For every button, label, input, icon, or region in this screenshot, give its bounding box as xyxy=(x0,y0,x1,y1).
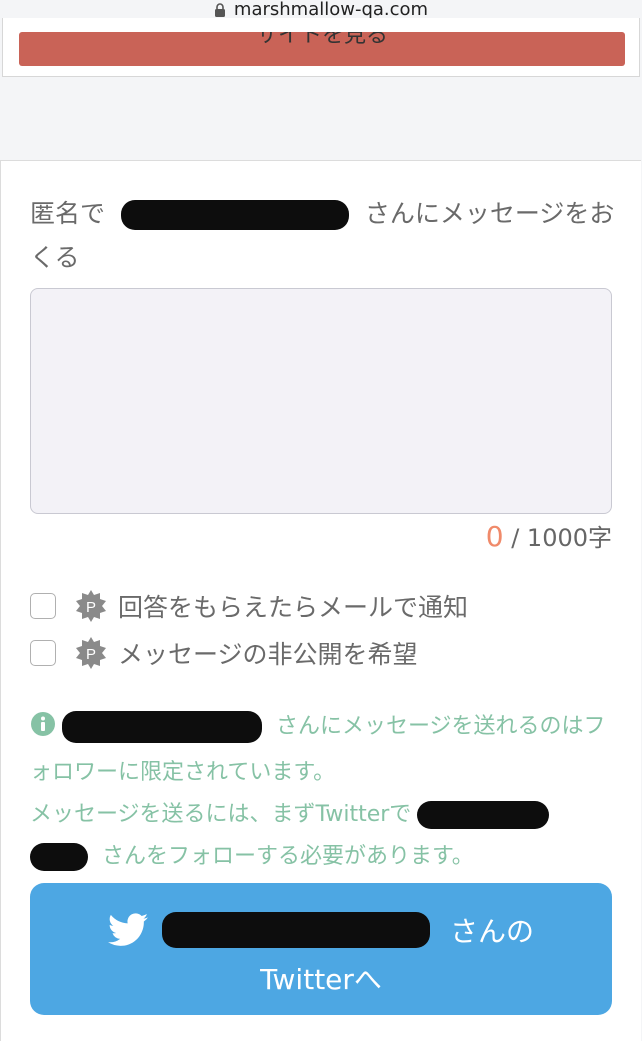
svg-text:P: P xyxy=(86,599,96,616)
private-checkbox[interactable] xyxy=(30,640,56,666)
redacted-username xyxy=(62,711,262,743)
follower-only-notice: さんにメッセージを送れるのはフォロワーに限定されています。 メッセージを送るには… xyxy=(30,706,620,878)
private-label: メッセージの非公開を希望 xyxy=(118,640,418,669)
twitter-bird-icon xyxy=(107,913,148,947)
twitter-profile-button[interactable]: さんの Twitterへ xyxy=(30,883,612,1015)
form-heading: 匿名で さんにメッセージをおくる xyxy=(30,192,620,280)
redacted-username xyxy=(161,912,430,948)
url-text: marshmallow-qa.com xyxy=(233,0,429,20)
twitter-button-line2: Twitterへ xyxy=(260,963,382,996)
email-notify-label: 回答をもらえたらメール​で通知 xyxy=(118,593,469,622)
svg-text:P: P xyxy=(86,646,96,663)
option-email-notify[interactable]: P 回答をもらえたらメール​で通知 xyxy=(30,588,468,624)
message-input[interactable] xyxy=(30,288,612,514)
redacted-username xyxy=(30,843,88,871)
premium-badge-icon: P xyxy=(74,636,108,670)
heading-prefix: 匿名で xyxy=(30,199,106,228)
premium-badge-icon: P xyxy=(74,589,108,623)
profile-card: サイトを見る xyxy=(2,18,640,77)
view-site-button[interactable]: サイトを見る xyxy=(19,32,625,66)
view-site-label: サイトを見る xyxy=(255,32,388,48)
char-counter: 0 / 1000字 xyxy=(486,518,612,553)
info-icon xyxy=(30,710,56,752)
option-private[interactable]: P メッセージの非公開を希望 xyxy=(30,635,418,671)
char-count: 0 xyxy=(485,520,504,553)
char-max: / 1000字 xyxy=(511,524,612,552)
notice-line3: さんをフォローする必要があります。 xyxy=(102,844,474,869)
redacted-username xyxy=(417,801,550,829)
twitter-button-suffix: さんの xyxy=(449,915,534,948)
redacted-username xyxy=(120,200,349,230)
email-notify-checkbox[interactable] xyxy=(30,593,56,619)
notice-line2: メッセージを送るには、まずTwitterで xyxy=(30,802,412,827)
